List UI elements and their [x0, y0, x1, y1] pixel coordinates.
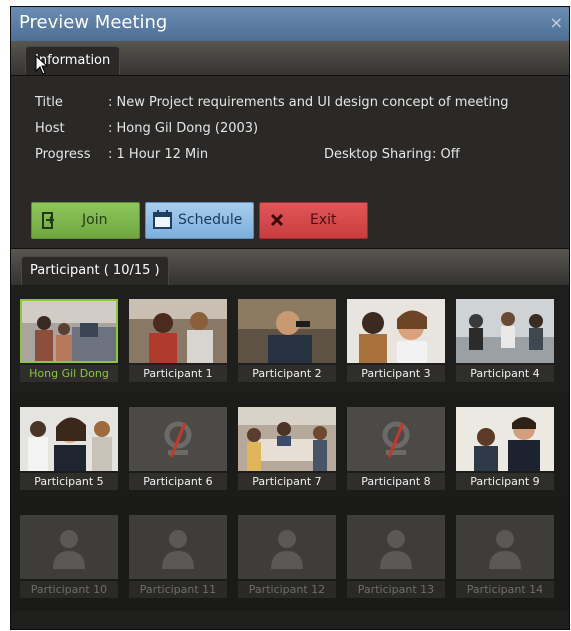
participant-name: Participant 6: [129, 473, 227, 490]
video-thumbnail: [456, 299, 554, 363]
desktop-sharing-value: : Off: [432, 147, 460, 162]
join-icon: [41, 203, 57, 252]
tab-participant[interactable]: Participant ( 10/15 ): [21, 256, 169, 285]
participant-grid: Hong Gil Dong Participant 1 Participant …: [11, 285, 569, 629]
participant-name: Participant 5: [20, 473, 118, 490]
x-icon: [270, 203, 284, 252]
participant-name: Participant 10: [20, 581, 118, 598]
video-thumbnail: [20, 299, 118, 363]
person-silhouette-icon: [158, 525, 198, 573]
schedule-button[interactable]: Schedule: [145, 202, 254, 239]
mouse-cursor-icon: [35, 54, 49, 75]
join-label: Join: [82, 212, 108, 228]
participant-name: Participant 9: [456, 473, 554, 490]
participant-name: Participant 2: [238, 365, 336, 382]
video-thumbnail: [20, 515, 118, 579]
participant-name: Participant 1: [129, 365, 227, 382]
video-thumbnail: [347, 515, 445, 579]
exit-button[interactable]: Exit: [259, 202, 368, 239]
close-icon[interactable]: ×: [550, 13, 563, 32]
window-title: Preview Meeting: [19, 12, 168, 33]
desktop-sharing-label: Desktop Sharing: [324, 147, 432, 162]
participant-name: Participant 13: [347, 581, 445, 598]
exit-label: Exit: [310, 212, 337, 228]
host-value: : Hong Gil Dong (2003): [108, 121, 259, 136]
info-tab-strip: Information: [11, 41, 569, 76]
video-thumbnail: [129, 515, 227, 579]
progress-label: Progress: [35, 147, 91, 162]
title-value: : New Project requirements and UI design…: [108, 95, 509, 110]
camera-off-icon: [376, 419, 416, 463]
video-thumbnail: [456, 515, 554, 579]
progress-value: : 1 Hour 12 Min: [108, 147, 209, 162]
video-thumbnail: [456, 407, 554, 471]
participant-name: Participant 12: [238, 581, 336, 598]
participant-name: Hong Gil Dong: [20, 365, 118, 382]
video-thumbnail: [20, 407, 118, 471]
title-label: Title: [35, 95, 63, 110]
person-silhouette-icon: [49, 525, 89, 573]
camera-off-icon: [158, 419, 198, 463]
person-silhouette-icon: [267, 525, 307, 573]
person-silhouette-icon: [485, 525, 525, 573]
person-silhouette-icon: [376, 525, 416, 573]
participant-name: Participant 4: [456, 365, 554, 382]
video-thumbnail: [238, 407, 336, 471]
participant-tab-strip: Participant ( 10/15 ): [11, 248, 569, 286]
participant-name: Participant 3: [347, 365, 445, 382]
video-thumbnail: [129, 407, 227, 471]
host-label: Host: [35, 121, 65, 136]
preview-meeting-window: Preview Meeting × Information Title : Ne…: [10, 6, 570, 630]
calendar-icon: [153, 203, 173, 252]
participant-name: Participant 7: [238, 473, 336, 490]
title-bar: Preview Meeting ×: [11, 7, 569, 41]
video-thumbnail: [347, 407, 445, 471]
participant-name: Participant 8: [347, 473, 445, 490]
participant-name: Participant 11: [129, 581, 227, 598]
participant-name: Participant 14: [456, 581, 554, 598]
join-button[interactable]: Join: [31, 202, 140, 239]
video-thumbnail: [129, 299, 227, 363]
video-thumbnail: [238, 515, 336, 579]
video-thumbnail: [347, 299, 445, 363]
video-thumbnail: [238, 299, 336, 363]
schedule-label: Schedule: [178, 212, 243, 228]
